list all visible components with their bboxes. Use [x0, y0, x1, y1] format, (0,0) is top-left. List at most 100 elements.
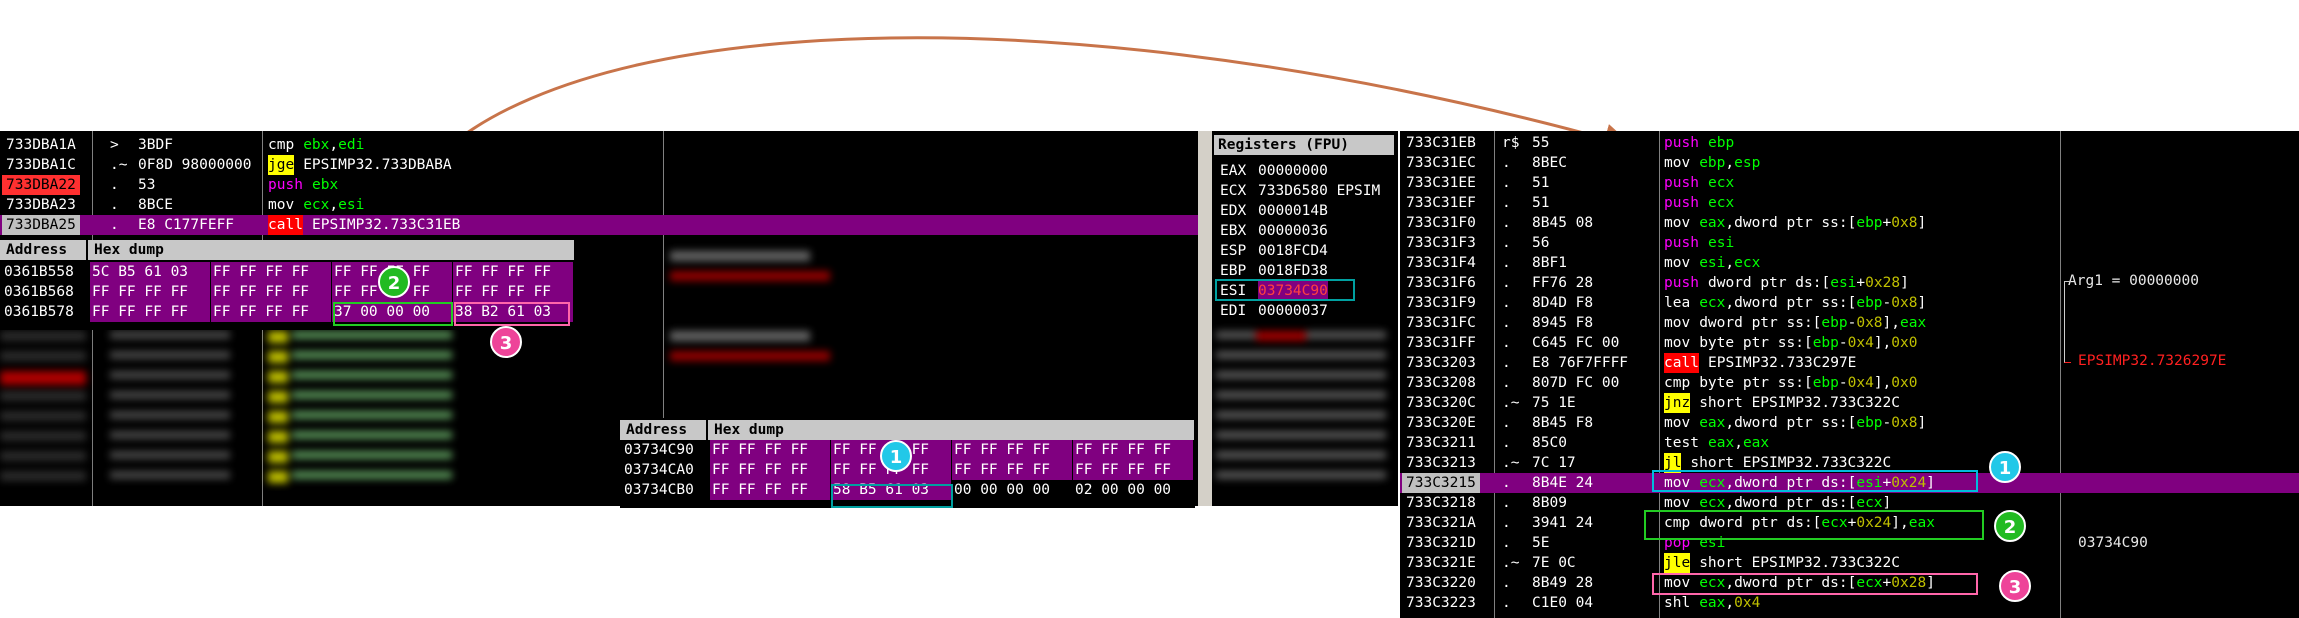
- dr-row[interactable]: 733C31EC. 8BEC mov ebp,esp: [1400, 153, 2299, 173]
- dr-row[interactable]: 733C31EE. 51 push ecx: [1400, 173, 2299, 193]
- dump1-hex-group[interactable]: FF FF FF FF: [453, 282, 573, 302]
- register-name: EBP: [1220, 263, 1247, 279]
- dr-bytes: 807D FC 00: [1532, 375, 1620, 391]
- dump1-hex-group[interactable]: FF FF FF FF: [90, 302, 210, 322]
- dr-row[interactable]: 733C321E .~ 7E 0C jle short EPSIMP32.733C322…: [1400, 553, 2299, 573]
- dr-mark: .: [1502, 335, 1511, 351]
- register-row[interactable]: EBX 00000036: [1212, 221, 1398, 241]
- dr-address: 733C3220: [1406, 575, 1476, 591]
- register-row[interactable]: EDI 00000037: [1212, 301, 1398, 321]
- dr-bytes: 56: [1532, 235, 1550, 251]
- dump2-hex-group[interactable]: FF FF FF FF: [710, 460, 830, 480]
- dl-mnemonic: mov: [268, 197, 295, 213]
- dr-row[interactable]: 733C3211. 85C0 test eax,eax: [1400, 433, 2299, 453]
- dump1-hex-group[interactable]: FF FF FF FF: [90, 282, 210, 302]
- register-value: 00000036: [1258, 223, 1328, 239]
- dr-mnemonic: mov: [1664, 155, 1691, 171]
- dump1-header-hex[interactable]: Hex dump: [88, 240, 574, 260]
- dl-operands: ebx: [312, 177, 339, 193]
- register-row[interactable]: ESP 0018FCD4: [1212, 241, 1398, 261]
- dr-row[interactable]: 733C320E. 8B45 F8 mov eax,dword ptr ss:[ebp…: [1400, 413, 2299, 433]
- comment-arg1: Arg1 = 00000000: [2068, 273, 2199, 289]
- badge-1-right: 1: [1989, 451, 2021, 483]
- dr-row[interactable]: 733C320C .~ 75 1E jnz short EPSIMP32.733C322…: [1400, 393, 2299, 413]
- dump2-hex-group[interactable]: FF FF FF FF: [1073, 440, 1193, 460]
- dr-address: 733C31EF: [1406, 195, 1476, 211]
- dr-row[interactable]: 733C31FC. 8945 F8 mov dword ptr ss:[ebp-0x8…: [1400, 313, 2299, 333]
- dr-row[interactable]: 733C31F9. 8D4D F8 lea ecx,dword ptr ss:[ebp…: [1400, 293, 2299, 313]
- dump2-hex-group[interactable]: FF FF FF FF: [1073, 460, 1193, 480]
- dr-operands: ecx: [1708, 175, 1735, 191]
- dr-mark: .~: [1502, 395, 1520, 411]
- blurred-comments: [670, 251, 870, 371]
- dl-address: 733DBA25: [2, 215, 80, 235]
- dr-address: 733C31EC: [1406, 155, 1476, 171]
- dump1-hex-group[interactable]: FF FF FF FF: [453, 262, 573, 282]
- dr-row[interactable]: 733C31F0. 8B45 08 mov eax,dword ptr ss:[ebp…: [1400, 213, 2299, 233]
- register-row[interactable]: ECX 733D6580 EPSIM: [1212, 181, 1398, 201]
- dr-address: 733C320C: [1406, 395, 1476, 411]
- dr-row[interactable]: 733C3208. 807D FC 00 cmp byte ptr ss:[ebp-0…: [1400, 373, 2299, 393]
- dr-bytes: 55: [1532, 135, 1550, 151]
- dr-row[interactable]: 733C3223. C1E0 04 shl eax,0x4: [1400, 593, 2299, 613]
- dr-address: 733C3223: [1406, 595, 1476, 611]
- dump2-header-hex[interactable]: Hex dump: [708, 420, 1194, 440]
- dl-operands: ebx,edi: [303, 137, 365, 153]
- dump1-hex-group[interactable]: 5C B5 61 03: [90, 262, 210, 282]
- dl-row[interactable]: 733DBA1C .~ 0F8D 98000000 jge EPSIMP32.733DB…: [0, 155, 1210, 175]
- dr-operands: dword ptr ss:[ebp-0x8],eax: [1699, 315, 1927, 331]
- dl-address: 733DBA22: [2, 175, 80, 195]
- dr-address: 733C31FF: [1406, 335, 1476, 351]
- dl-row[interactable]: 733DBA1A >3BDF cmp ebx,edi: [0, 135, 1210, 155]
- dump2-hex-group[interactable]: FF FF FF FF: [710, 480, 830, 500]
- dr-mark: .: [1502, 315, 1511, 331]
- dump1-hex-group[interactable]: FF FF FF FF: [211, 262, 331, 282]
- register-row[interactable]: EAX 00000000: [1212, 161, 1398, 181]
- dr-address: 733C31F9: [1406, 295, 1476, 311]
- dr-row[interactable]: 733C31EF. 51 push ecx: [1400, 193, 2299, 213]
- dr-row[interactable]: 733C31FF. C645 FC 00 mov byte ptr ss:[ebp-0…: [1400, 333, 2299, 353]
- register-row[interactable]: EBP 0018FD38: [1212, 261, 1398, 281]
- dr-address: 733C31EE: [1406, 175, 1476, 191]
- dr-operands: ebp: [1708, 135, 1735, 151]
- dump2-header-address[interactable]: Address: [620, 420, 706, 440]
- dr-address: 733C3208: [1406, 375, 1476, 391]
- left-panel-scrollbar[interactable]: [1198, 131, 1212, 506]
- dr-mnemonic: mov: [1664, 415, 1691, 431]
- dl-row[interactable]: 733DBA23. 8BCE mov ecx,esi: [0, 195, 1210, 215]
- dl-row[interactable]: 733DBA25. E8 C177FEFF call EPSIMP32.733C31E…: [0, 215, 1210, 235]
- dr-row[interactable]: 733C31EB r$ 55 push ebp: [1400, 133, 2299, 153]
- dump1-header-address[interactable]: Address: [0, 240, 86, 260]
- dump1-hex-group[interactable]: FF FF FF FF: [211, 302, 331, 322]
- dr-bytes: 51: [1532, 195, 1550, 211]
- dr-operands: ecx,dword ptr ss:[ebp-0x8]: [1699, 295, 1927, 311]
- dr-address: 733C31FC: [1406, 315, 1476, 331]
- dump2-hex-group[interactable]: FF FF FF FF: [710, 440, 830, 460]
- dr-bytes: 7E 0C: [1532, 555, 1576, 571]
- dump1-row[interactable]: 0361B558 5C B5 61 03 FF FF FF FF FF FF FF F…: [0, 262, 575, 282]
- dr-address: 733C321D: [1406, 535, 1476, 551]
- dl-bytes: 8BCE: [138, 197, 173, 213]
- badge-2-dump1: 2: [378, 266, 410, 298]
- dl-row[interactable]: 733DBA22. 53 push ebx: [0, 175, 1210, 195]
- dr-address: 733C3211: [1406, 435, 1476, 451]
- dr-mnemonic: mov: [1664, 335, 1691, 351]
- dump2-hex-group[interactable]: FF FF FF FF: [952, 440, 1072, 460]
- dr-address: 733C3215: [1402, 473, 1480, 493]
- register-row[interactable]: EDX 0000014B: [1212, 201, 1398, 221]
- dr-mark: .: [1502, 195, 1511, 211]
- dr-mnemonic: push: [1664, 195, 1699, 211]
- blurred-fpu: [1216, 331, 1386, 491]
- dump1-row[interactable]: 0361B568 FF FF FF FF FF FF FF FF FF FF FF F…: [0, 282, 575, 302]
- dr-address: 733C321E: [1406, 555, 1476, 571]
- register-value: 00000000: [1258, 163, 1328, 179]
- dump2-hex-group[interactable]: 02 00 00 00: [1073, 480, 1193, 500]
- dump1-hex-group[interactable]: FF FF FF FF: [211, 282, 331, 302]
- dr-operands: EPSIMP32.733C297E: [1708, 355, 1857, 371]
- dump2-hex-group[interactable]: 00 00 00 00: [952, 480, 1072, 500]
- dump1-highlight-3: [454, 302, 570, 326]
- dl-mark: .~: [110, 157, 128, 173]
- dr-row[interactable]: 733C31F3. 56 push esi: [1400, 233, 2299, 253]
- dr-row[interactable]: 733C31F4. 8BF1 mov esi,ecx: [1400, 253, 2299, 273]
- dump2-hex-group[interactable]: FF FF FF FF: [952, 460, 1072, 480]
